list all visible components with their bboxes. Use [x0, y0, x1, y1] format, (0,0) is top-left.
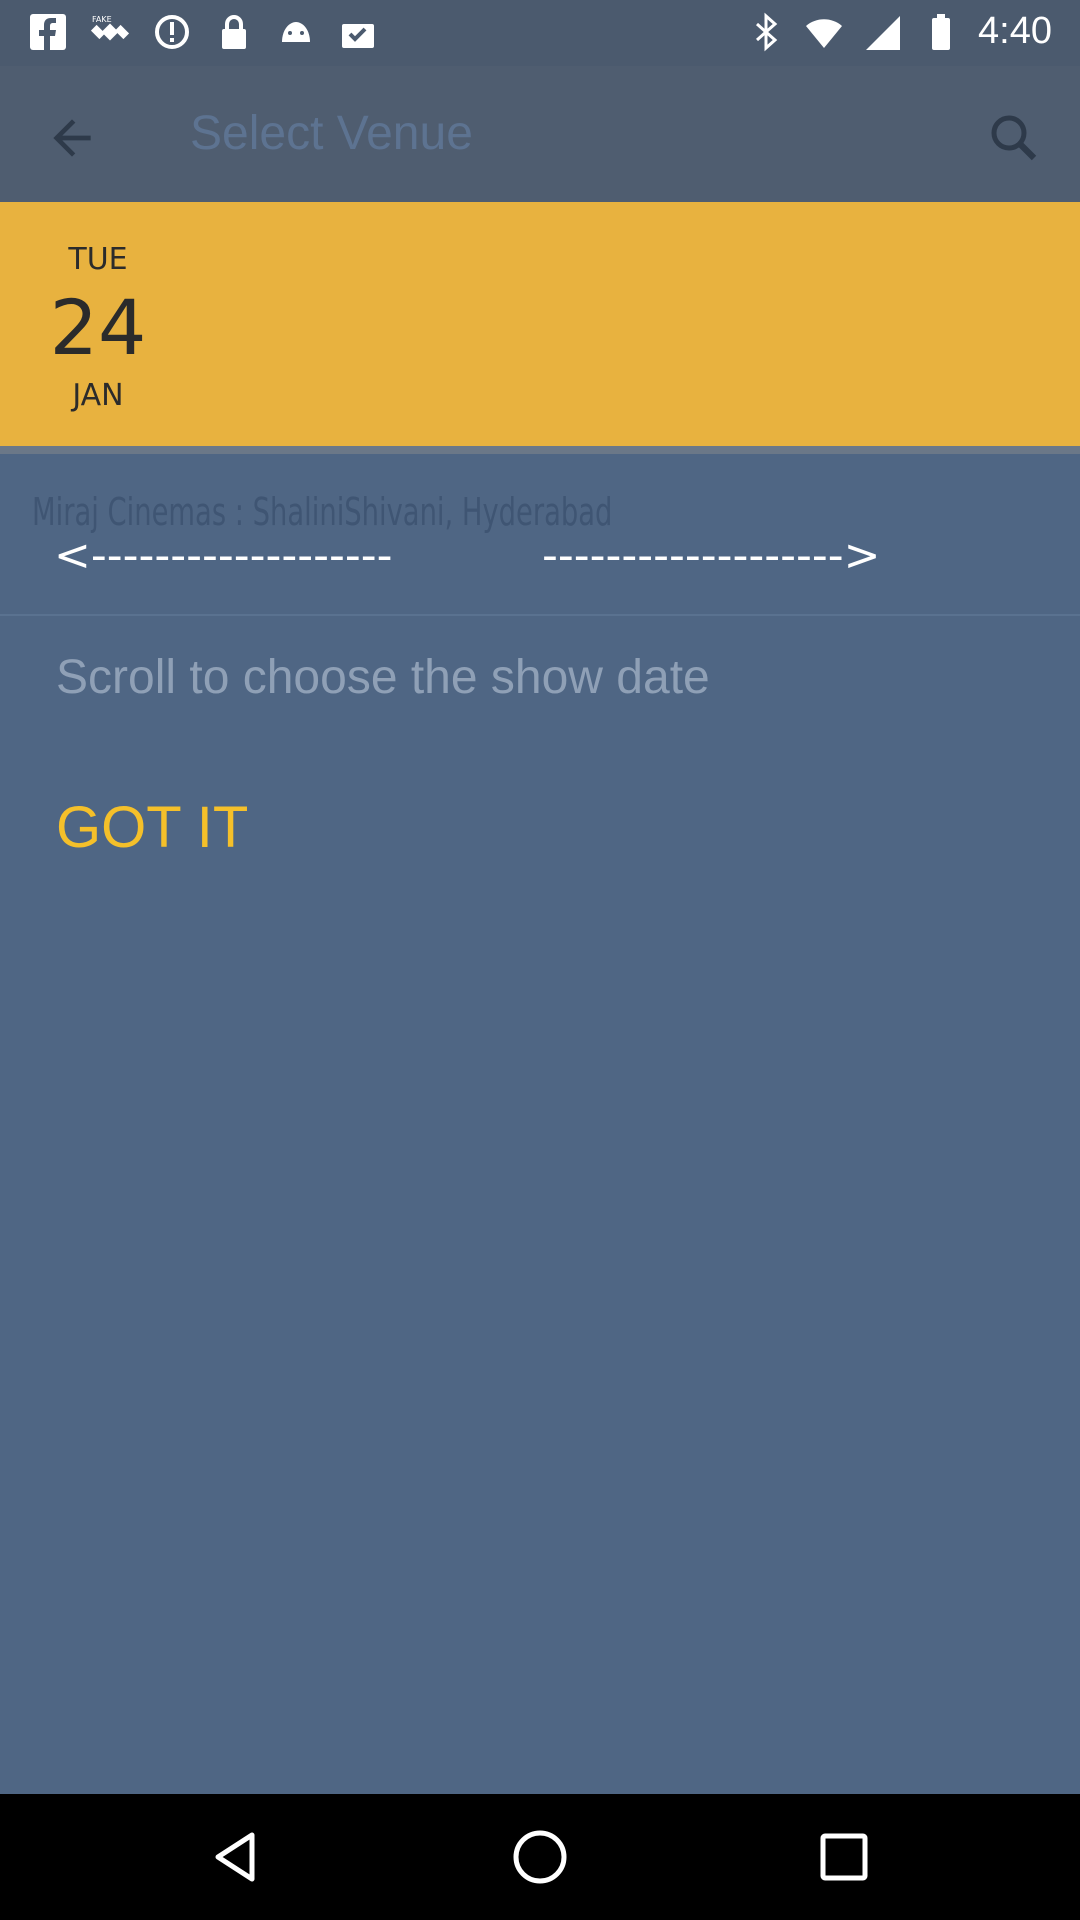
- nav-back-icon: [215, 1832, 255, 1882]
- search-button[interactable]: [984, 108, 1044, 168]
- battery-icon: [920, 12, 960, 52]
- arrow-back-icon: [53, 119, 91, 157]
- svg-text:FAKE: FAKE: [92, 15, 112, 24]
- scroll-left-arrow: <-------------------: [54, 530, 393, 581]
- data-saver-icon: [152, 12, 192, 52]
- page-title: Select Venue: [190, 107, 473, 160]
- date-strip-shadow: [0, 446, 1080, 454]
- notification-icons: FAKE: [28, 12, 378, 52]
- venue-name: Miraj Cinemas : ShaliniShivani, Hyderaba…: [32, 490, 613, 534]
- date-item-selected[interactable]: TUE 24 JAN: [40, 242, 156, 414]
- date-strip[interactable]: TUE 24 JAN: [0, 202, 1080, 446]
- bluetooth-icon: [746, 12, 786, 52]
- screen: FAKE 4:40 Select Venue TUE 24 JAN Miraj …: [0, 0, 1080, 1920]
- scroll-right-arrow: ------------------->: [542, 530, 881, 581]
- checklist-icon: [338, 12, 378, 52]
- nav-recents-button[interactable]: [814, 1827, 874, 1887]
- navigation-bar: [0, 1794, 1080, 1920]
- system-icons: 4:40: [746, 10, 1052, 53]
- nav-recents-icon: [820, 1833, 868, 1881]
- status-time: 4:40: [978, 10, 1052, 52]
- back-button[interactable]: [44, 110, 100, 166]
- fake-gps-icon: FAKE: [90, 12, 130, 52]
- signal-icon: [862, 12, 902, 52]
- date-month: JAN: [72, 378, 124, 413]
- status-bar: FAKE 4:40: [0, 0, 1080, 66]
- date-day-number: 24: [49, 283, 147, 372]
- tutorial-hint: Scroll to choose the show date: [56, 651, 710, 704]
- wifi-icon: [804, 12, 844, 52]
- app-bar: Select Venue: [0, 66, 1080, 202]
- lock-icon: [214, 12, 254, 52]
- nav-home-icon: [513, 1830, 567, 1884]
- tutorial-overlay: Miraj Cinemas : ShaliniShivani, Hyderaba…: [0, 454, 1080, 1794]
- android-icon: [276, 12, 316, 52]
- nav-home-button[interactable]: [510, 1827, 570, 1887]
- got-it-button[interactable]: GOT IT: [56, 794, 248, 861]
- search-icon: [991, 115, 1037, 161]
- facebook-icon: [28, 12, 68, 52]
- nav-back-button[interactable]: [206, 1827, 266, 1887]
- divider: [0, 614, 1080, 616]
- date-day-of-week: TUE: [68, 242, 128, 277]
